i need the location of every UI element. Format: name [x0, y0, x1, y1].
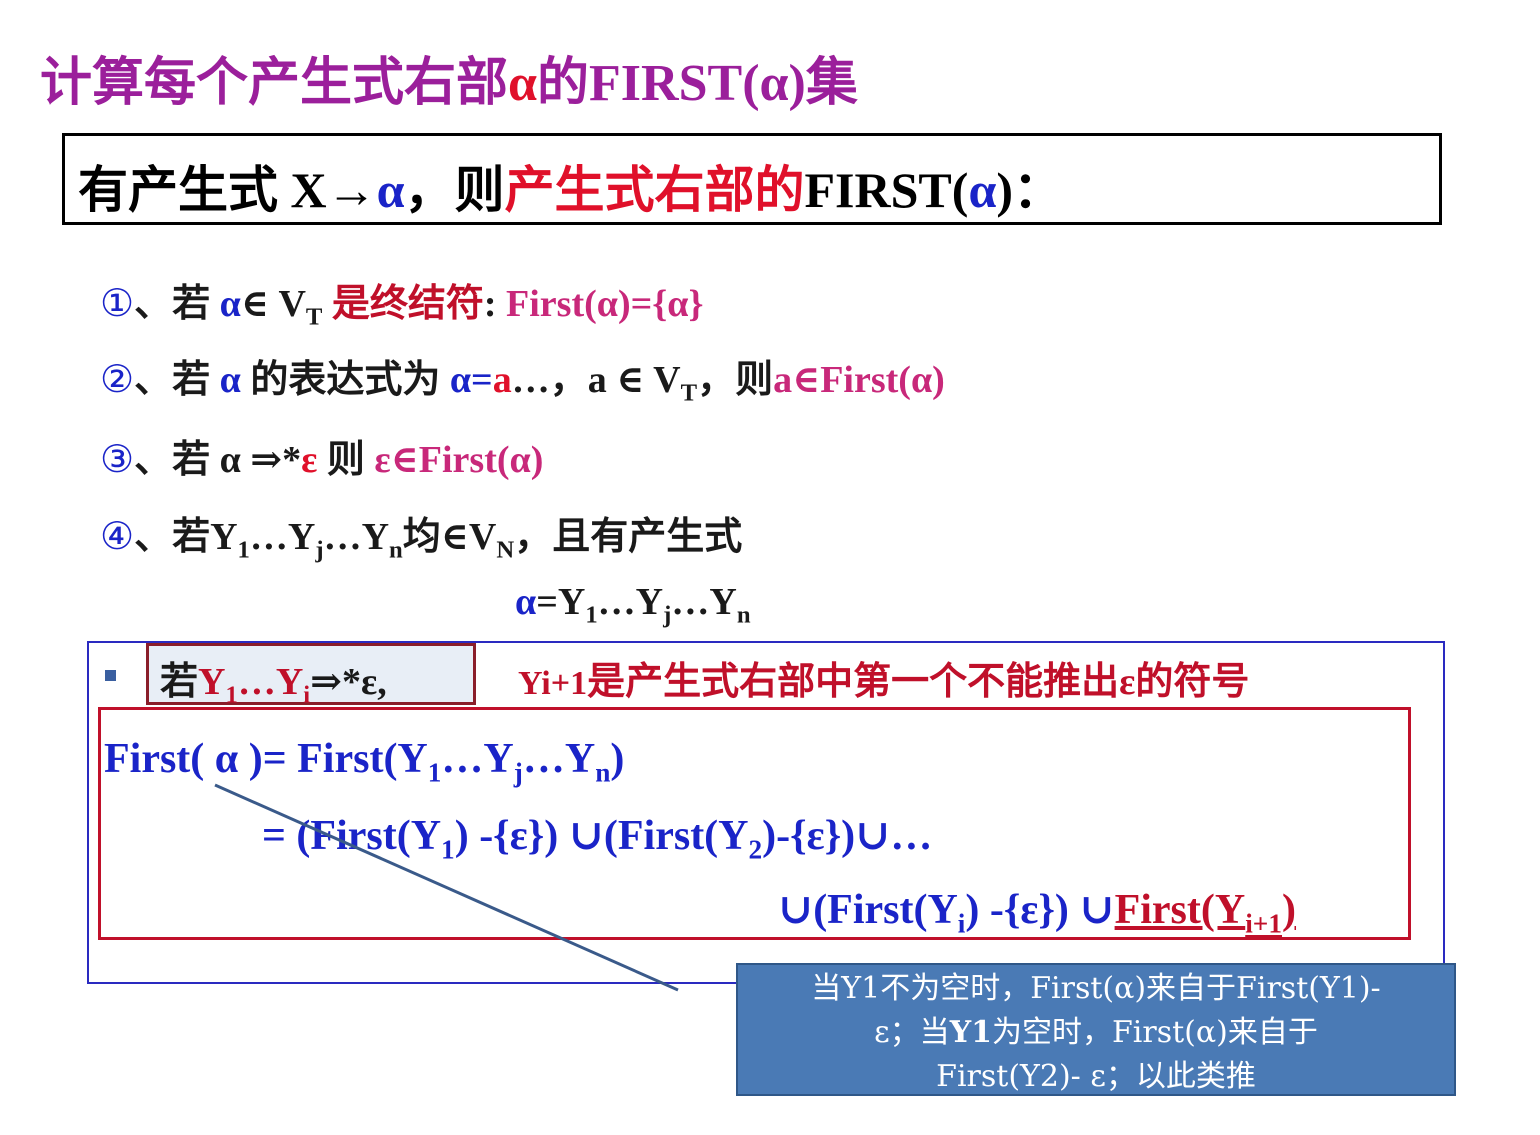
callout-line-2: ε；当Y1为空时，First(α)来自于	[738, 1011, 1454, 1055]
callout-line-1: 当Y1不为空时，First(α)来自于First(Y1)-	[811, 971, 1381, 1006]
callout-text-2: 为空时，First(α)来自于	[991, 1015, 1318, 1050]
callout-note: 当Y1不为空时，First(α)来自于First(Y1)- ε；当Y1为空时，F…	[736, 963, 1456, 1096]
callout-text: ε；当	[874, 1015, 950, 1050]
callout-bold: Y1	[949, 1015, 992, 1050]
callout-line-3: First(Y2)- ε；以此类推	[936, 1059, 1256, 1094]
